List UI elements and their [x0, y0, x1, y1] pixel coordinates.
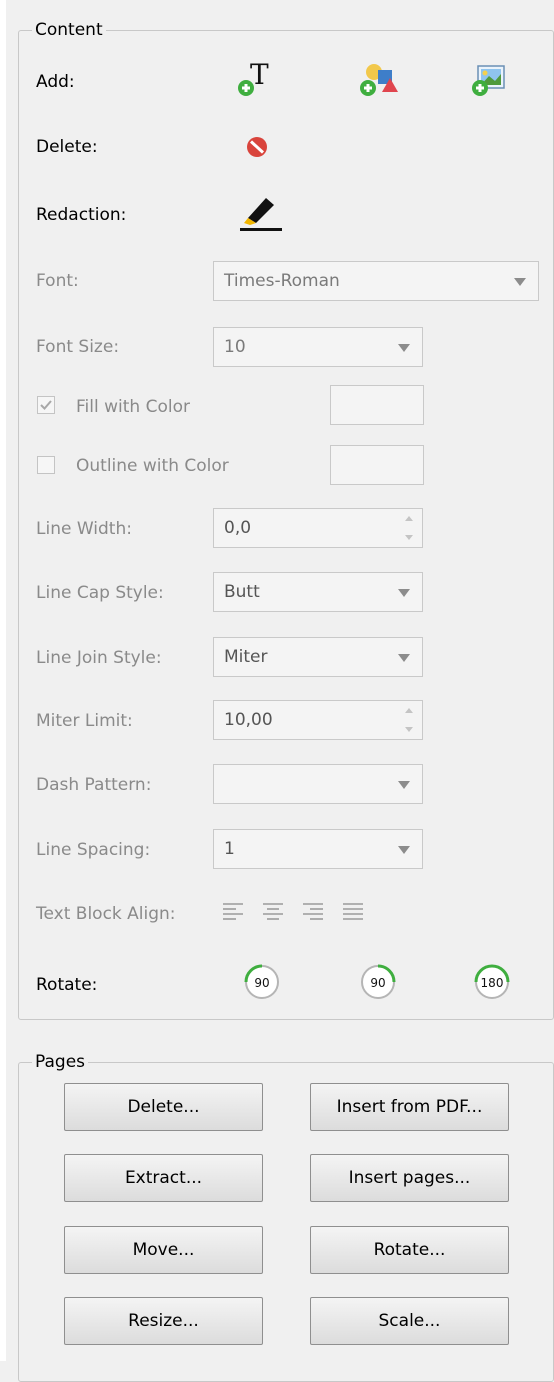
font-label: Font:: [36, 271, 79, 291]
add-shape-icon[interactable]: [358, 60, 402, 100]
chevron-down-icon: [398, 344, 410, 352]
spin-arrows-icon[interactable]: [404, 516, 414, 540]
line-cap-value: Butt: [224, 582, 260, 602]
rotate-counterclockwise-90-icon[interactable]: 90: [240, 960, 284, 1004]
dash-pattern-dropdown[interactable]: [213, 764, 423, 804]
rotate-label: Rotate:: [36, 975, 98, 995]
line-cap-label: Line Cap Style:: [36, 583, 164, 603]
align-left-icon[interactable]: [222, 902, 244, 920]
miter-limit-value: 10,00: [224, 710, 273, 730]
miter-limit-spinbox[interactable]: 10,00: [213, 700, 423, 740]
text-align-label: Text Block Align:: [36, 904, 176, 924]
delete-label: Delete:: [36, 137, 98, 157]
font-size-label: Font Size:: [36, 337, 120, 357]
fill-color-label: Fill with Color: [76, 397, 190, 417]
rotate-clockwise-90-icon[interactable]: 90: [356, 960, 400, 1004]
font-dropdown[interactable]: Times-Roman: [213, 261, 539, 301]
fill-color-checkbox[interactable]: [37, 396, 55, 414]
line-join-dropdown[interactable]: Miter: [213, 637, 423, 677]
line-width-value: 0,0: [224, 518, 252, 538]
chevron-down-icon: [398, 781, 410, 789]
move-pages-button[interactable]: Move...: [64, 1226, 263, 1274]
extract-pages-button[interactable]: Extract...: [64, 1154, 263, 1202]
rotate-180-icon[interactable]: 180: [470, 960, 514, 1004]
rotate-ccw-value: 90: [254, 976, 269, 990]
add-label: Add:: [36, 72, 75, 92]
content-group-title: Content: [32, 20, 106, 40]
delete-pages-button[interactable]: Delete...: [64, 1083, 263, 1131]
align-right-icon[interactable]: [302, 902, 324, 920]
align-center-icon[interactable]: [262, 902, 284, 920]
redaction-label: Redaction:: [36, 205, 127, 225]
line-spacing-dropdown[interactable]: 1: [213, 829, 423, 869]
rotate-cw-value: 90: [370, 976, 385, 990]
chevron-down-icon: [398, 654, 410, 662]
font-size-value: 10: [224, 337, 246, 357]
add-text-icon[interactable]: T: [236, 60, 280, 100]
align-justify-icon[interactable]: [342, 902, 364, 920]
insert-pages-button[interactable]: Insert pages...: [310, 1154, 509, 1202]
font-size-dropdown[interactable]: 10: [213, 327, 423, 367]
insert-from-pdf-button[interactable]: Insert from PDF...: [310, 1083, 509, 1131]
line-spacing-label: Line Spacing:: [36, 840, 151, 860]
chevron-down-icon: [514, 278, 526, 286]
chevron-down-icon: [398, 846, 410, 854]
line-join-label: Line Join Style:: [36, 648, 162, 668]
spin-arrows-icon[interactable]: [404, 708, 414, 732]
dash-pattern-label: Dash Pattern:: [36, 775, 152, 795]
rotate-180-value: 180: [481, 976, 504, 990]
panel-left-edge: [0, 0, 6, 1361]
redaction-marker-icon[interactable]: [238, 192, 284, 232]
checkmark-icon: [40, 400, 52, 410]
fill-color-swatch[interactable]: [330, 385, 424, 425]
outline-color-swatch[interactable]: [330, 445, 424, 485]
line-cap-dropdown[interactable]: Butt: [213, 572, 423, 612]
line-width-spinbox[interactable]: 0,0: [213, 508, 423, 548]
rotate-pages-button[interactable]: Rotate...: [310, 1226, 509, 1274]
outline-color-label: Outline with Color: [76, 456, 229, 476]
chevron-down-icon: [398, 589, 410, 597]
delete-annotation-icon[interactable]: [245, 135, 269, 159]
scale-pages-button[interactable]: Scale...: [310, 1297, 509, 1345]
outline-color-checkbox[interactable]: [37, 456, 55, 474]
add-image-icon[interactable]: [470, 60, 514, 100]
resize-pages-button[interactable]: Resize...: [64, 1297, 263, 1345]
font-dropdown-value: Times-Roman: [224, 271, 340, 291]
pages-group-title: Pages: [32, 1052, 89, 1072]
miter-limit-label: Miter Limit:: [36, 711, 133, 731]
line-spacing-value: 1: [224, 839, 235, 859]
line-width-label: Line Width:: [36, 519, 132, 539]
line-join-value: Miter: [224, 647, 268, 667]
